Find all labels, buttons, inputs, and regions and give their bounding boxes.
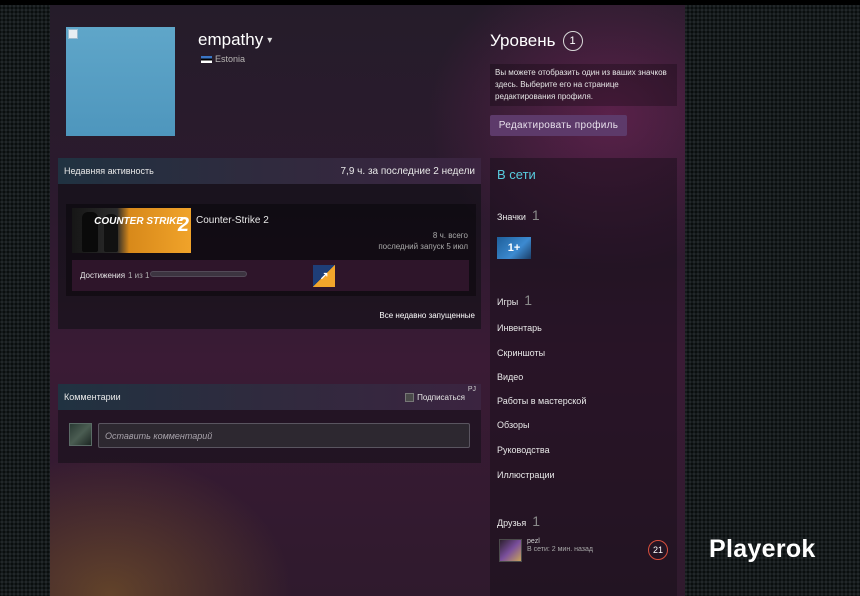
checkbox[interactable] [405,392,415,402]
game-total-hours: 8 ч. всего [432,231,468,240]
profile-avatar[interactable] [66,27,175,136]
workshop-link[interactable]: Работы в мастерской [497,396,586,406]
game-last-launch: последний запуск 5 июл [378,242,468,251]
level-note: Вы можете отобразить один из ваших значк… [490,64,677,106]
game-logo: COUNTER STRIKE 2 [94,214,189,236]
all-recent-link[interactable]: Все недавно запущенные [379,311,475,320]
comments-panel: Комментарии Подписаться PJ [58,384,481,463]
games-section-title[interactable]: Игры 1 [497,292,532,308]
recent-activity-hours: 7,9 ч. за последние 2 недели [340,165,476,177]
chevron-down-icon[interactable]: ▾ [267,35,272,46]
broken-image-icon [68,29,78,39]
estonia-flag-icon [201,55,212,63]
game-capsule-image[interactable]: COUNTER STRIKE 2 [72,208,191,253]
game-card: COUNTER STRIKE 2 Counter-Strike 2 8 ч. вс… [66,204,476,296]
recent-activity-header: Недавняя активность 7,9 ч. за последние … [58,158,481,184]
friend-name[interactable]: pezl [527,538,540,545]
recent-activity-title: Недавняя активность [64,166,154,176]
profile-sidebar: В сети Значки 1 1+ Игры 1 Инвентарь Скринш… [490,158,677,596]
achievements-label: Достижения [80,271,126,280]
achievements-progress-bar [150,271,247,277]
comments-corner-label: PJ [467,386,476,393]
guides-link[interactable]: Руководства [497,445,550,455]
persona-name[interactable]: empathy ▾ [198,30,272,50]
profile-location: Estonia [201,54,245,64]
friends-section-title[interactable]: Друзья 1 [497,513,540,529]
badge-icon[interactable]: 1+ [497,237,531,259]
videos-link[interactable]: Видео [497,372,523,382]
level-badge[interactable]: 1 [562,31,583,51]
achievements-count: 1 из 1 [128,271,150,280]
achievements-row: Достижения 1 из 1 ↗ [72,260,469,291]
commenter-avatar [69,423,92,446]
reviews-link[interactable]: Обзоры [497,420,529,430]
artwork-link[interactable]: Иллюстрации [497,470,555,480]
comments-header: Комментарии Подписаться [58,384,481,410]
comments-title: Комментарии [64,392,121,402]
badges-section-title[interactable]: Значки 1 [497,207,540,223]
subscribe-toggle[interactable]: Подписаться [405,392,465,402]
game-name[interactable]: Counter-Strike 2 [196,215,269,226]
recent-activity-panel: Недавняя активность 7,9 ч. за последние … [58,158,481,329]
friend-avatar[interactable] [499,539,522,562]
online-status: В сети [497,167,536,182]
playerok-watermark: Playerok [709,535,816,563]
friend-level-badge: 21 [648,540,668,560]
comment-input[interactable] [98,423,470,448]
inventory-link[interactable]: Инвентарь [497,323,542,333]
edit-profile-button[interactable]: Редактировать профиль [490,115,627,136]
screenshots-link[interactable]: Скриншоты [497,348,545,358]
level-header: Уровень 1 [490,31,583,51]
friend-status: В сети: 2 мин. назад [527,546,593,553]
achievement-icon[interactable]: ↗ [313,265,335,287]
